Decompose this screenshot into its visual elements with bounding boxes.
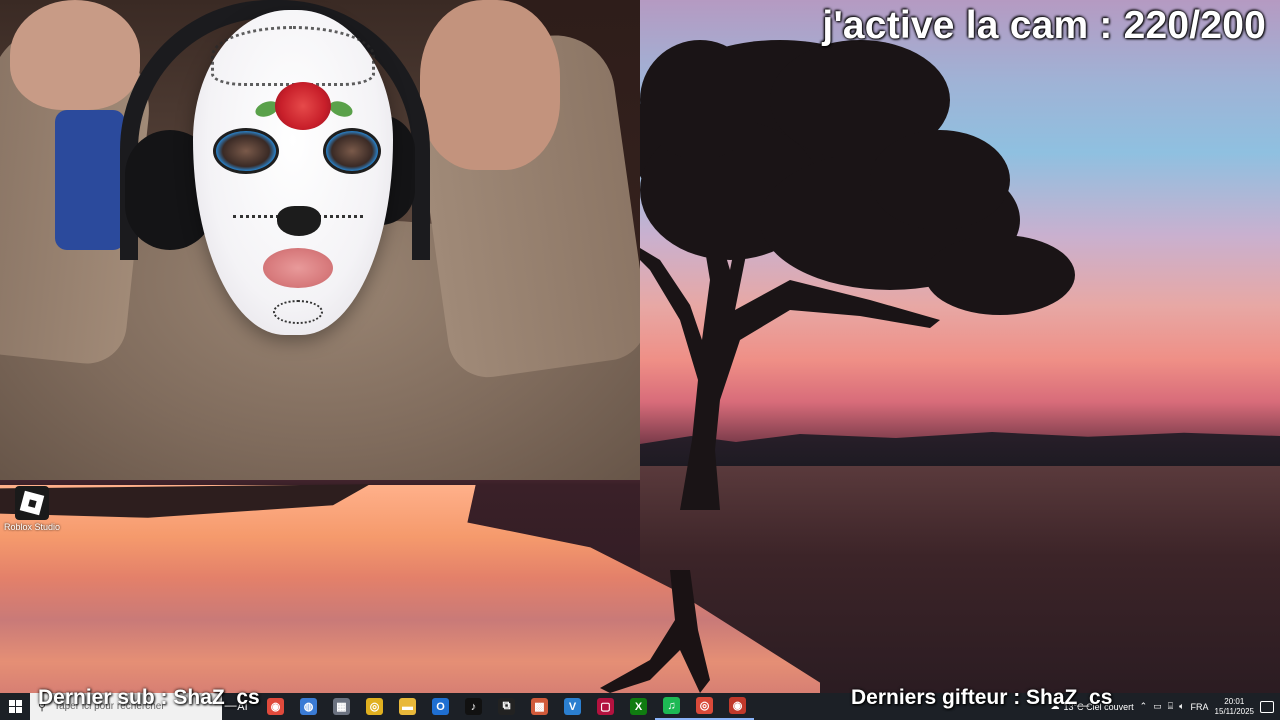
mask-swirl-pattern [211,26,375,86]
taskbar-app-xbox[interactable]: X [622,693,655,720]
battery-icon[interactable]: ▭ [1153,701,1162,712]
desktop-icon-label: Roblox Studio [3,522,61,532]
clock-time: 20:01 [1224,696,1245,706]
mask-lips [263,248,333,288]
taskbar-app-chrome[interactable]: ◎ [358,693,391,720]
taskbar-app-spotify[interactable]: ♫ [655,693,688,720]
app-capcut-icon: ⧉ [498,698,515,715]
chevron-up-icon[interactable]: ⌃ [1140,701,1148,712]
network-icon[interactable]: ⌸ [1168,701,1173,712]
last-sub-caption: Dernier sub : ShaZ_cs [38,686,260,709]
taskbar-clock[interactable]: 20:01 15/11/2025 [1215,697,1254,717]
app-blue-circle-icon: ◍ [300,698,317,715]
mask-rose [275,82,331,130]
webcam-feed [0,0,640,480]
app-calculator-icon: ▦ [333,698,350,715]
taskbar-app-app-blue-circle[interactable]: ◍ [292,693,325,720]
app-red-icon: ◉ [267,698,284,715]
language-indicator[interactable]: FRA [1191,702,1209,712]
notification-icon[interactable] [1260,700,1274,713]
chrome-2-icon: ◎ [696,697,713,714]
right-hand [420,0,560,170]
mask-nose [277,206,321,236]
taskbar-app-app-capcut[interactable]: ⧉ [490,693,523,720]
spotify-icon: ♫ [663,697,680,714]
taskbar-app-app-colorful[interactable]: ▩ [523,693,556,720]
taskbar-app-visual-studio[interactable]: V [556,693,589,720]
app-pink-square-icon: ▢ [597,698,614,715]
mask-eye-left [213,128,279,174]
app-colorful-icon: ▩ [531,698,548,715]
left-hand [10,0,140,110]
outlook-icon: O [432,698,449,715]
xbox-icon: X [630,698,647,715]
wallpaper-tree-reflection [600,570,710,693]
taskbar-app-file-explorer[interactable]: ▬ [391,693,424,720]
chrome-icon: ◎ [366,698,383,715]
taskbar-app-app-pink-square[interactable]: ▢ [589,693,622,720]
taskbar-app-app-red-2[interactable]: ◉ [721,693,754,720]
app-red-2-icon: ◉ [729,697,746,714]
mask-eye-right [323,128,381,174]
cam-goal-caption: j'active la cam : 220/200 [822,4,1266,47]
roblox-studio-icon [15,486,49,520]
file-explorer-icon: ▬ [399,698,416,715]
tiktok-icon: ♪ [465,698,482,715]
taskbar-app-tiktok[interactable]: ♪ [457,693,490,720]
taskbar-app-chrome-2[interactable]: ◎ [688,693,721,720]
mask-leaf-right [327,98,355,120]
last-gifter-caption: Derniers gifteur : ShaZ_cs [851,686,1113,709]
start-button[interactable] [0,693,30,720]
visual-studio-icon: V [564,698,581,715]
clock-date: 15/11/2025 [1214,706,1254,716]
blue-strap [55,110,125,250]
mask-chin-pattern [273,300,323,324]
taskbar-app-app-red[interactable]: ◉ [259,693,292,720]
desktop-icon-roblox-studio[interactable]: Roblox Studio [4,486,60,534]
wallpaper-tree [640,40,1075,510]
windows-icon [8,700,22,713]
taskbar-app-outlook[interactable]: O [424,693,457,720]
taskbar-app-app-calculator[interactable]: ▦ [325,693,358,720]
taskbar-pinned-apps: ◉ ◍ ▦ ◎ ▬ O ♪ ⧉ ▩ V ▢ X ♫ ◎ ◉ [259,693,754,720]
volume-icon[interactable]: 🔈︎ [1179,701,1184,712]
